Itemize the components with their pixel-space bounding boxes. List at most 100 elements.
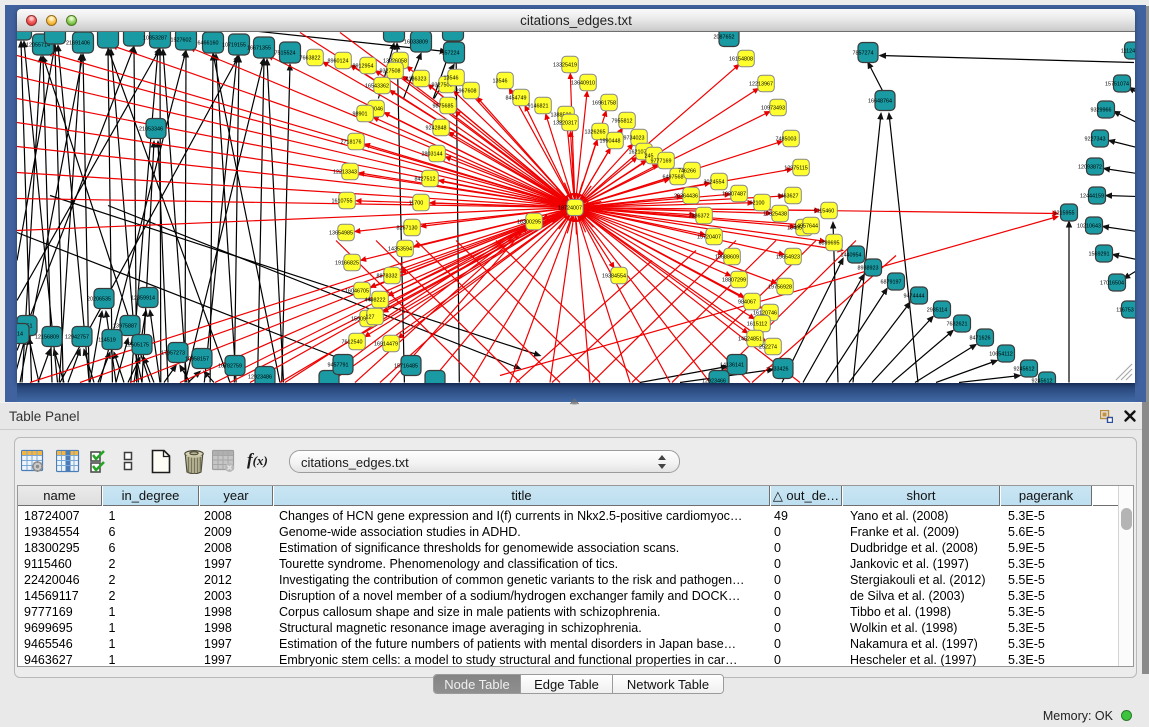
svg-text:14136141: 14136141 — [720, 362, 744, 368]
svg-text:16033809: 16033809 — [404, 39, 428, 45]
svg-text:7386372: 7386372 — [689, 213, 710, 219]
svg-text:16961758: 16961758 — [592, 100, 616, 106]
svg-text:13546: 13546 — [444, 75, 459, 81]
svg-text:21053346: 21053346 — [139, 126, 163, 132]
svg-text:7515524: 7515524 — [275, 50, 296, 56]
svg-text:12942757: 12942757 — [65, 334, 89, 340]
svg-text:2087652: 2087652 — [714, 34, 735, 40]
svg-text:10654112: 10654112 — [989, 351, 1013, 357]
svg-text:16782759: 16782759 — [218, 363, 242, 369]
svg-text:62100: 62100 — [750, 200, 765, 206]
svg-text:10807487: 10807487 — [722, 191, 746, 197]
svg-text:9245612: 9245612 — [1032, 378, 1053, 383]
svg-text:10719155: 10719155 — [222, 42, 246, 48]
svg-text:15716485: 15716485 — [394, 363, 418, 369]
svg-text:8960124: 8960124 — [328, 58, 349, 64]
svg-text:2935114: 2935114 — [927, 307, 948, 313]
svg-text:7485003: 7485003 — [776, 136, 797, 142]
svg-text:13325419: 13325419 — [553, 62, 577, 68]
svg-text:16543362: 16543362 — [365, 83, 389, 89]
svg-text:6899695: 6899695 — [819, 240, 840, 246]
svg-text:1440954: 1440954 — [841, 252, 862, 258]
svg-text:15751074: 15751074 — [1105, 81, 1129, 87]
svg-text:7857274: 7857274 — [853, 50, 874, 56]
svg-text:8267130: 8267130 — [397, 225, 418, 231]
svg-text:9245612: 9245612 — [1014, 366, 1035, 372]
svg-text:17016504: 17016504 — [1100, 280, 1124, 286]
svg-text:98901: 98901 — [353, 111, 368, 117]
svg-text:18300295: 18300295 — [517, 219, 541, 225]
svg-text:12213343: 12213343 — [333, 169, 357, 175]
svg-text:20364436: 20364436 — [674, 193, 698, 199]
svg-text:19166825: 19166825 — [335, 260, 359, 266]
svg-text:8454749: 8454749 — [506, 95, 527, 101]
svg-text:14957644: 14957644 — [794, 223, 818, 229]
svg-text:19756928: 19756928 — [768, 284, 792, 290]
svg-text:10973493: 10973493 — [761, 105, 785, 111]
svg-text:2718176: 2718176 — [341, 139, 362, 145]
svg-text:7955812: 7955812 — [612, 118, 633, 124]
svg-text:8471626: 8471626 — [970, 335, 991, 341]
svg-text:1326265: 1326265 — [585, 129, 606, 135]
svg-text:8878332: 8878332 — [377, 273, 398, 279]
svg-text:114519: 114519 — [98, 337, 116, 343]
svg-text:1733426: 1733426 — [768, 366, 789, 372]
svg-text:12923466: 12923466 — [702, 378, 726, 383]
svg-text:10958157: 10958157 — [185, 356, 209, 362]
svg-text:18724007: 18724007 — [558, 205, 582, 211]
svg-text:9875685: 9875685 — [433, 103, 454, 109]
svg-text:9457791: 9457791 — [328, 362, 349, 368]
svg-text:21691406: 21691406 — [66, 40, 90, 46]
svg-text:7663822: 7663822 — [300, 55, 321, 61]
svg-text:10025438: 10025438 — [763, 211, 787, 217]
svg-text:13220317: 13220317 — [553, 120, 577, 126]
svg-text:7612540: 7612540 — [342, 339, 363, 345]
svg-text:4498222: 4498222 — [365, 297, 386, 303]
svg-text:18807299: 18807299 — [722, 277, 746, 283]
svg-text:9734023: 9734023 — [624, 135, 645, 141]
svg-text:9463627: 9463627 — [778, 193, 799, 199]
svg-text:19384554: 19384554 — [602, 273, 626, 279]
svg-text:13975887: 13975887 — [113, 323, 137, 329]
svg-text:13640910: 13640910 — [571, 80, 595, 86]
svg-text:16046705: 16046705 — [345, 288, 369, 294]
svg-text:16914479: 16914479 — [374, 341, 398, 347]
svg-text:16154808: 16154808 — [729, 56, 753, 62]
svg-text:9327508: 9327508 — [380, 68, 401, 74]
svg-text:116753: 116753 — [1116, 307, 1134, 313]
svg-text:16648764: 16648764 — [868, 98, 892, 104]
svg-text:12156809: 12156809 — [35, 334, 59, 340]
svg-text:13654985: 13654985 — [329, 230, 353, 236]
svg-text:984067: 984067 — [738, 299, 756, 305]
svg-text:9777169: 9777169 — [651, 158, 672, 164]
svg-text:14353594: 14353594 — [388, 246, 412, 252]
svg-text:2803144: 2803144 — [422, 151, 443, 157]
svg-text:12359914: 12359914 — [131, 295, 155, 301]
svg-text:14524851: 14524851 — [738, 336, 762, 342]
svg-text:1615112: 1615112 — [747, 321, 768, 327]
svg-text:6497568: 6497568 — [663, 174, 684, 180]
svg-text:8427512: 8427512 — [415, 176, 436, 182]
svg-text:7857224: 7857224 — [439, 50, 460, 56]
svg-text:1569291: 1569291 — [1089, 251, 1110, 257]
svg-text:7632621: 7632621 — [947, 321, 968, 327]
svg-text:3215955: 3215955 — [1054, 210, 1075, 216]
svg-text:1527602: 1527602 — [171, 37, 192, 43]
svg-text:9242848: 9242848 — [426, 125, 447, 131]
svg-text:12505175: 12505175 — [125, 342, 149, 348]
svg-text:252274: 252274 — [759, 344, 777, 350]
svg-text:12444159: 12444159 — [1080, 193, 1104, 199]
svg-text:8186323: 8186323 — [406, 76, 427, 82]
svg-text:9474444: 9474444 — [904, 293, 925, 299]
svg-text:10853287: 10853287 — [143, 35, 167, 41]
svg-text:12923486: 12923486 — [248, 374, 272, 380]
svg-text:12975115: 12975115 — [784, 165, 808, 171]
svg-text:19654923: 19654923 — [776, 254, 800, 260]
svg-text:1610755: 1610755 — [332, 198, 353, 204]
svg-text:9329966: 9329966 — [1091, 107, 1112, 113]
svg-text:15720407: 15720407 — [697, 234, 721, 240]
svg-text:6879197: 6879197 — [881, 279, 902, 285]
svg-text:746266: 746266 — [678, 168, 696, 174]
svg-text:10688609: 10688609 — [715, 254, 739, 260]
svg-text:9146821: 9146821 — [528, 103, 549, 109]
